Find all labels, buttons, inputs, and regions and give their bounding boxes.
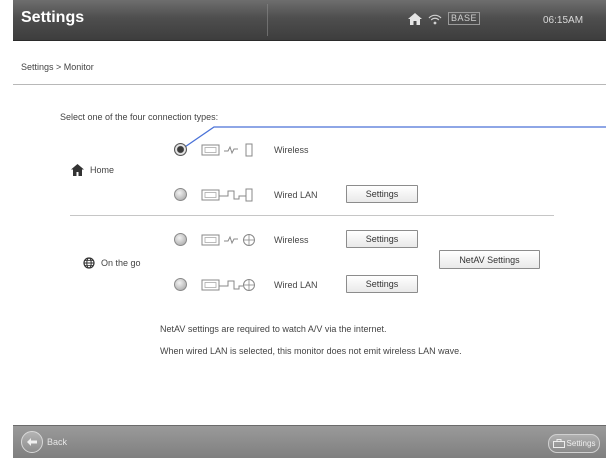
group-on-the-go: On the go <box>83 257 141 269</box>
settings-screen: Settings BASE 06:15AM Settings > Monitor… <box>13 0 606 458</box>
back-arrow-icon <box>21 431 43 453</box>
wired-lan-connection-icon <box>201 188 253 202</box>
bottom-bar: Back Settings <box>13 425 606 458</box>
breadcrumb: Settings > Monitor <box>21 62 94 72</box>
clock: 06:15AM <box>543 15 584 26</box>
wired-lan-internet-connection-icon <box>201 279 255 291</box>
back-label: Back <box>47 437 68 447</box>
home-status-icon <box>408 12 422 25</box>
instruction-text: Select one of the four connection types: <box>60 112 219 122</box>
radio-onthego-wireless[interactable] <box>174 233 187 246</box>
title-divider <box>267 4 268 36</box>
onthego-wired-lan-settings-button[interactable]: Settings <box>346 275 418 293</box>
radio-home-wireless[interactable] <box>174 143 187 156</box>
group-home-label: Home <box>90 165 115 175</box>
group-separator <box>70 215 554 216</box>
netav-settings-button[interactable]: NetAV Settings <box>439 250 540 269</box>
note-netav: NetAV settings are required to watch A/V… <box>160 324 387 334</box>
settings-tab-button[interactable]: Settings <box>548 434 600 453</box>
globe-icon <box>83 257 95 269</box>
settings-tab-label: Settings <box>566 439 596 448</box>
settings-toolbox-icon <box>552 439 565 448</box>
group-on-the-go-label: On the go <box>101 258 141 268</box>
radio-home-wired-lan[interactable] <box>174 188 187 201</box>
conn-label-home-wired-lan: Wired LAN <box>274 190 318 200</box>
title-bar: Settings BASE 06:15AM <box>13 0 606 41</box>
screen-title: Settings <box>21 9 85 26</box>
conn-label-home-wireless: Wireless <box>274 145 309 155</box>
onthego-wireless-settings-button[interactable]: Settings <box>346 230 418 248</box>
radio-onthego-wired-lan[interactable] <box>174 278 187 291</box>
back-button[interactable]: Back <box>21 431 67 453</box>
breadcrumb-divider <box>13 84 606 85</box>
home-icon <box>71 164 84 176</box>
conn-label-onthego-wired-lan: Wired LAN <box>274 280 318 290</box>
group-home: Home <box>71 164 114 176</box>
wireless-internet-connection-icon <box>201 234 255 246</box>
wifi-status-icon <box>428 14 442 24</box>
wireless-connection-icon <box>201 143 253 157</box>
status-icons: BASE <box>408 12 481 25</box>
home-wired-lan-settings-button[interactable]: Settings <box>346 185 418 203</box>
note-wired-lan: When wired LAN is selected, this monitor… <box>160 346 462 356</box>
conn-label-onthego-wireless: Wireless <box>274 235 309 245</box>
base-status-badge: BASE <box>448 12 481 25</box>
